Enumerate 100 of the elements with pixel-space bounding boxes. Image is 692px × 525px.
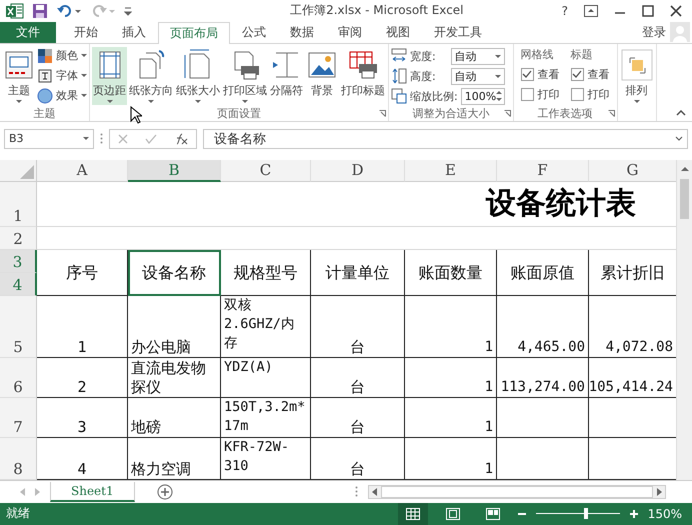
table-cell: 格力空调 <box>128 438 221 480</box>
page-layout-icon[interactable] <box>446 508 460 520</box>
table-cell: 1 <box>405 296 497 358</box>
row-header[interactable]: 5 <box>0 296 37 358</box>
checkbox[interactable] <box>570 68 584 80</box>
field-label: 宽度: <box>410 48 437 64</box>
caret-icon <box>494 74 501 78</box>
checkbox-label[interactable]: 打印 <box>588 86 610 102</box>
scrollbar-thumb[interactable] <box>680 178 689 218</box>
zoom-slider[interactable] <box>584 508 588 520</box>
ribbon-button[interactable]: 打印区域 <box>222 47 268 105</box>
window-title: 工作簿2.xlsx - Microsoft Excel <box>289 2 465 20</box>
caret-icon <box>106 100 112 103</box>
table-header-cell: 账面原值 <box>497 250 589 296</box>
column-header[interactable]: C <box>221 160 311 182</box>
ribbon-button[interactable]: 分隔符 <box>269 47 304 105</box>
more-icon <box>355 486 358 498</box>
dialog-launcher-icon[interactable] <box>379 110 386 117</box>
table-cell: YDZ(A) <box>221 358 311 398</box>
checkbox[interactable] <box>520 68 534 80</box>
ribbon-button[interactable]: 背景 <box>305 47 339 105</box>
table-cell: 双核2.6GHZ/内存 <box>221 296 311 358</box>
row-header[interactable]: 4 <box>0 272 37 296</box>
checkbox[interactable] <box>570 88 584 100</box>
ribbon-tab[interactable]: 插入 <box>110 22 158 43</box>
sheet-tab[interactable]: Sheet1 <box>50 482 135 502</box>
ribbon-button[interactable]: 主题 <box>2 47 36 105</box>
table-cell: 台 <box>311 358 405 398</box>
ribbon-tab[interactable]: 页面布局 <box>158 22 230 44</box>
horizontal-scrollbar[interactable] <box>368 484 666 499</box>
dialog-launcher-icon[interactable] <box>608 110 615 117</box>
column-header[interactable]: G <box>589 160 676 182</box>
collapse-ribbon-icon[interactable] <box>676 110 686 116</box>
ribbon-button[interactable]: 纸张大小 <box>175 47 221 105</box>
column-header[interactable]: A <box>37 160 128 182</box>
table-cell: 台 <box>311 398 405 438</box>
ribbon-tab[interactable]: 开始 <box>62 22 110 43</box>
row-header[interactable]: 2 <box>0 226 37 250</box>
vertical-scrollbar[interactable] <box>676 160 692 480</box>
ribbon-tab[interactable]: 数据 <box>278 22 326 43</box>
dialog-launcher-icon[interactable] <box>504 110 511 117</box>
normal-view-icon[interactable] <box>406 508 420 520</box>
sign-in-link[interactable]: 登录 <box>642 22 670 43</box>
ribbon-tab[interactable]: 公式 <box>230 22 278 43</box>
caret-icon <box>242 100 248 103</box>
add-sheet-icon[interactable] <box>156 484 173 500</box>
ribbon-button[interactable]: 打印标题 <box>340 47 386 105</box>
zoom-level[interactable]: 150% <box>648 506 692 521</box>
caret-icon <box>634 100 640 103</box>
caret-icon <box>81 54 87 57</box>
column-header[interactable]: D <box>311 160 405 182</box>
caret-icon <box>494 54 501 58</box>
field-label: 缩放比例: <box>410 88 458 104</box>
checkbox[interactable] <box>520 88 534 100</box>
row-header[interactable]: 8 <box>0 438 37 480</box>
column-header[interactable]: F <box>497 160 589 182</box>
checkbox-label[interactable]: 查看 <box>538 66 560 82</box>
checkbox-label[interactable]: 查看 <box>588 66 610 82</box>
ribbon-button[interactable]: 颜色 <box>37 47 87 64</box>
ribbon-button[interactable]: 字体 <box>37 67 87 84</box>
excel-logo-icon[interactable] <box>6 2 24 19</box>
table-header-cell: 设备名称 <box>128 250 221 296</box>
formula-input[interactable]: 设备名称 <box>203 128 688 149</box>
group-title: 页面设置 <box>217 106 261 120</box>
caret-icon <box>16 100 22 103</box>
dropdown-field[interactable]: 自动 <box>450 48 505 64</box>
help-button[interactable]: ? <box>562 4 568 18</box>
row-header[interactable]: 3 <box>0 250 37 272</box>
scroll-right-icon <box>657 488 662 496</box>
row-header[interactable]: 6 <box>0 358 37 398</box>
checkbox-label[interactable]: 打印 <box>538 86 560 102</box>
column-header[interactable]: B <box>128 160 221 182</box>
expand-icon <box>675 136 683 142</box>
maximize-icon[interactable] <box>642 4 654 17</box>
row-header[interactable]: 1 <box>0 182 37 226</box>
row-header[interactable]: 7 <box>0 398 37 438</box>
ribbon-tab[interactable]: 开发工具 <box>422 22 494 43</box>
ribbon-button[interactable]: 页边距 <box>92 47 127 105</box>
zoom-in-icon[interactable] <box>630 510 638 518</box>
option-heading: 标题 <box>570 47 594 62</box>
scale-icon <box>391 88 407 104</box>
column-header[interactable]: E <box>405 160 497 182</box>
ribbon-button[interactable]: 纸张方向 <box>128 47 174 105</box>
ribbon-tab[interactable]: 视图 <box>374 22 422 43</box>
name-box[interactable]: B3 <box>4 128 94 149</box>
file-tab[interactable]: 文件 <box>0 22 56 43</box>
ribbon-button[interactable]: 排列 <box>620 47 654 105</box>
spinner-field[interactable]: 100% <box>460 88 505 104</box>
table-cell: 1 <box>405 438 497 480</box>
close-icon[interactable] <box>670 4 682 17</box>
customize-icon[interactable] <box>124 6 132 16</box>
table-cell: 1 <box>405 358 497 398</box>
ribbon-button[interactable]: 效果 <box>37 87 87 104</box>
ribbon-tab[interactable]: 审阅 <box>326 22 374 43</box>
table-cell: 4 <box>37 438 128 480</box>
ribbon-display-icon[interactable] <box>584 4 598 17</box>
undo-icon[interactable] <box>56 2 82 19</box>
dropdown-field[interactable]: 自动 <box>450 68 505 84</box>
save-icon[interactable] <box>32 2 48 19</box>
page-break-icon[interactable] <box>486 508 500 520</box>
